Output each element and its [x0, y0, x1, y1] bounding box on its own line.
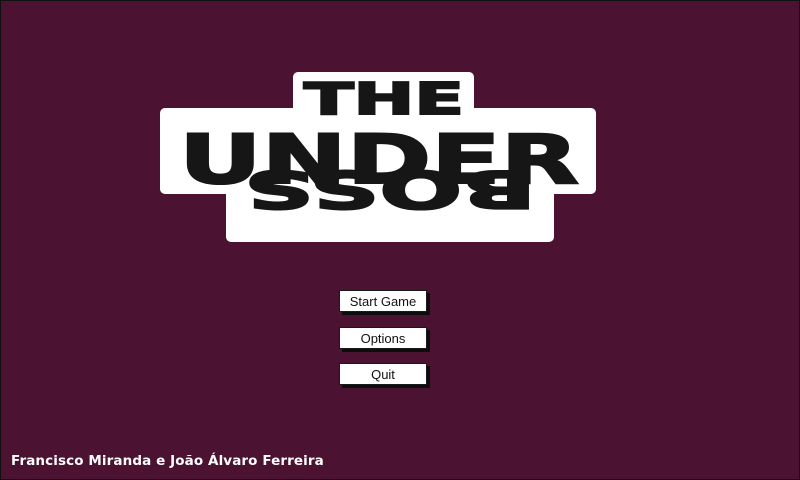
- credits-text: Francisco Miranda e João Álvaro Ferreira: [11, 453, 324, 469]
- start-game-button[interactable]: Start Game: [339, 290, 427, 312]
- logo-word-boss-flipped: BOSS: [244, 158, 536, 218]
- options-button[interactable]: Options: [339, 327, 427, 349]
- game-logo-art: THE UNDER BOSS: [160, 72, 596, 242]
- game-logo: THE UNDER BOSS: [1, 1, 799, 261]
- quit-button[interactable]: Quit: [339, 363, 427, 385]
- title-screen: THE UNDER BOSS Start Game Options Quit F…: [0, 0, 800, 480]
- logo-word-the: THE: [304, 74, 464, 125]
